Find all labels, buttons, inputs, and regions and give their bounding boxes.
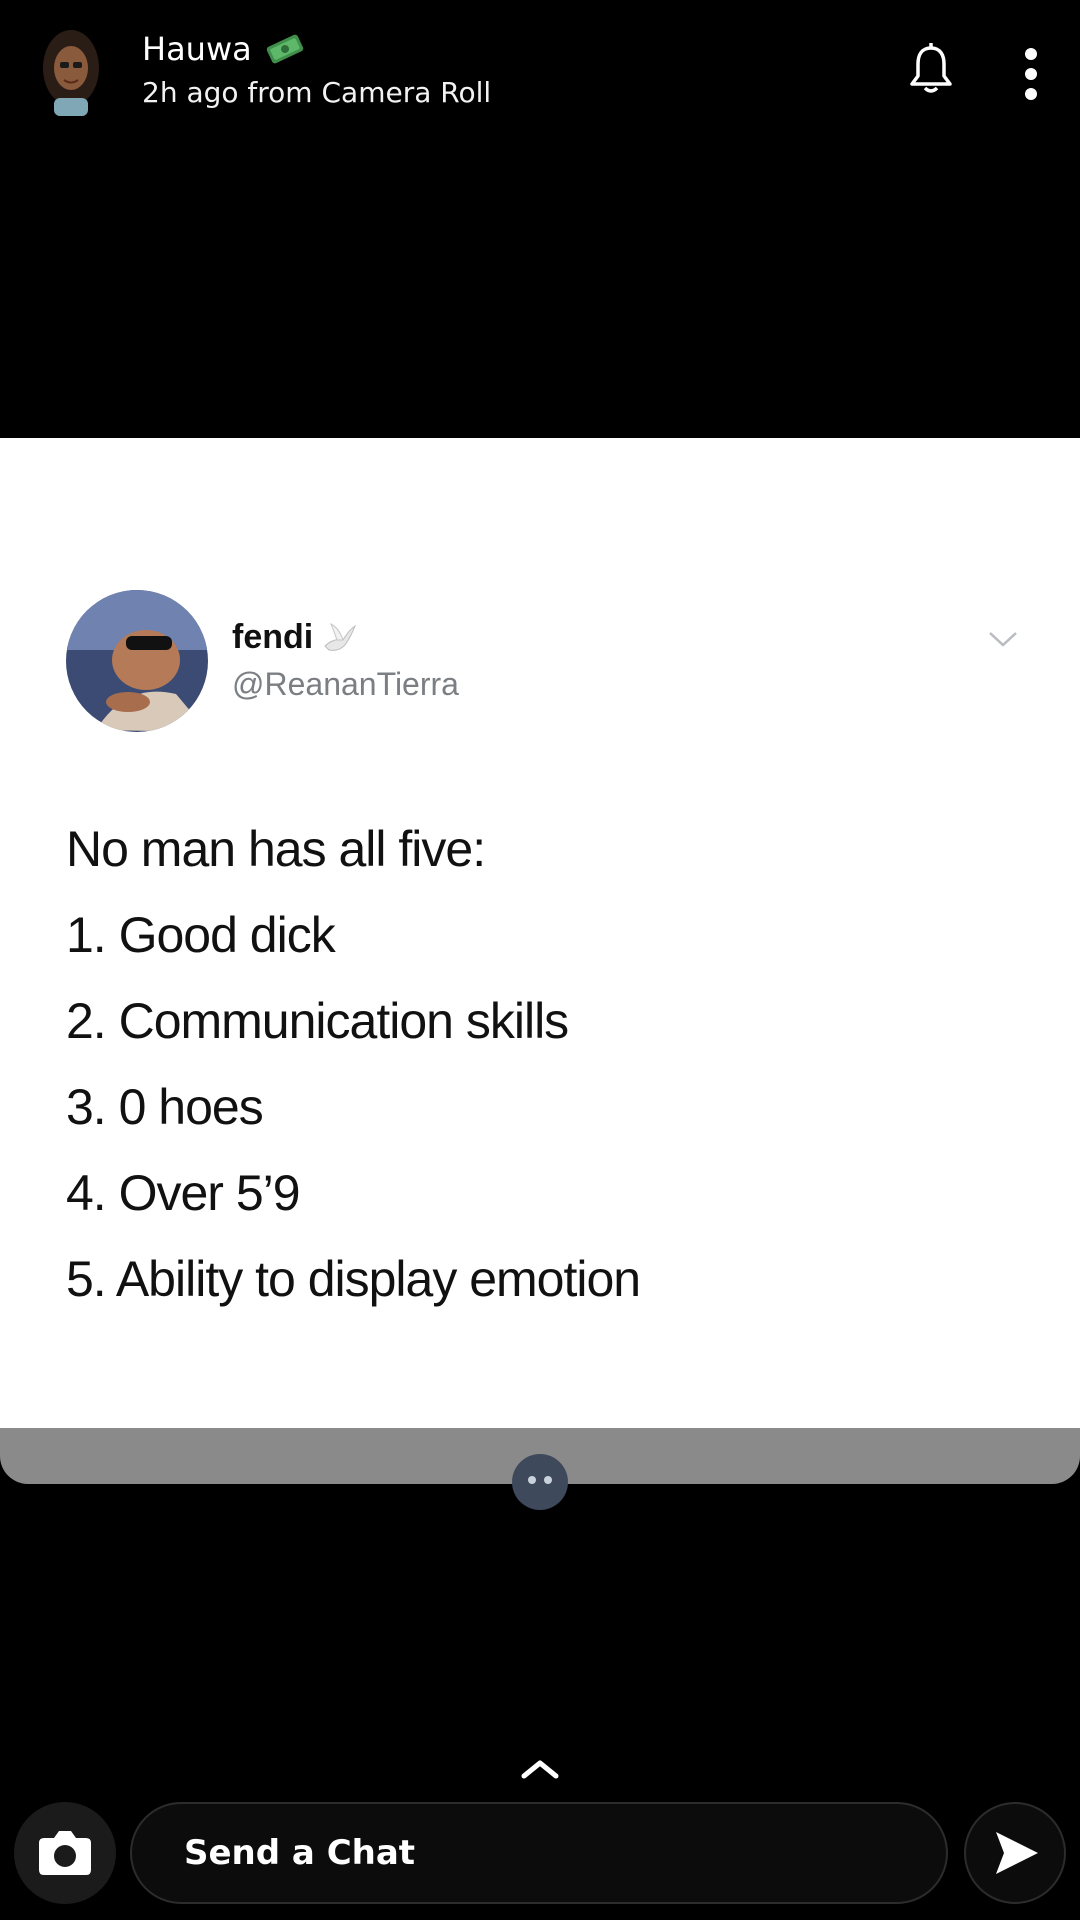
sticker-eye-right bbox=[544, 1476, 552, 1484]
tweet-line: 2. Communication skills bbox=[66, 993, 569, 1049]
send-a-chat-input[interactable]: Send a Chat bbox=[130, 1802, 948, 1904]
tweet-line: 1. Good dick bbox=[66, 907, 336, 963]
send-button[interactable] bbox=[964, 1802, 1066, 1904]
tweet-line: 5. Ability to display emotion bbox=[66, 1251, 641, 1307]
tweet-profile-picture bbox=[66, 590, 208, 732]
tweet-name-row: fendi bbox=[232, 618, 359, 657]
moon-face-sticker bbox=[512, 1454, 568, 1510]
chevron-up-icon[interactable] bbox=[518, 1756, 562, 1782]
username-row: Hauwa bbox=[142, 30, 306, 68]
chevron-down-icon[interactable] bbox=[986, 626, 1020, 652]
tweet-line: 3. 0 hoes bbox=[66, 1079, 264, 1135]
bitmoji-avatar[interactable] bbox=[40, 28, 102, 118]
tweet-line: 4. Over 5’9 bbox=[66, 1165, 301, 1221]
sticker-eye-left bbox=[528, 1476, 536, 1484]
camera-button[interactable] bbox=[14, 1802, 116, 1904]
send-arrow-icon bbox=[996, 1832, 1038, 1874]
tweet-line: No man has all five: bbox=[66, 821, 486, 877]
story-header: Hauwa 2h ago from Camera Roll bbox=[0, 0, 1080, 150]
story-timestamp: 2h ago from Camera Roll bbox=[142, 76, 492, 109]
dove-icon bbox=[324, 622, 357, 651]
bell-icon[interactable] bbox=[906, 42, 956, 96]
tweet-screenshot: fendi @ReananTierra No man has all five:… bbox=[0, 438, 1080, 1428]
more-options-icon[interactable] bbox=[1014, 44, 1048, 104]
camera-icon bbox=[39, 1831, 91, 1875]
username[interactable]: Hauwa bbox=[142, 30, 252, 68]
tweet-handle: @ReananTierra bbox=[232, 666, 459, 702]
tweet-display-name: fendi bbox=[232, 618, 314, 656]
money-icon bbox=[266, 34, 303, 64]
tweet-text: No man has all five: 1. Good dick 2. Com… bbox=[66, 806, 641, 1322]
